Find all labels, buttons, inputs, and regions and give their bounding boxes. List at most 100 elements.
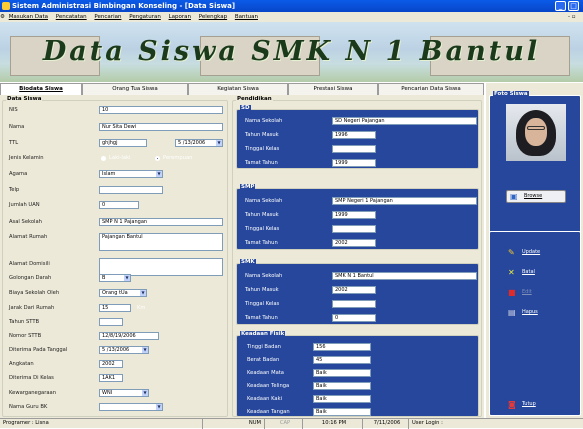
ttl-date-picker[interactable]: 5 /13/2006 xyxy=(175,139,223,147)
nis-label: NIS xyxy=(9,107,18,113)
nis-field[interactable]: 10 xyxy=(99,106,223,114)
browse-label: Browse xyxy=(524,193,543,199)
keadaan-tangan-label: Keadaan Tangan xyxy=(247,409,290,415)
angkatan-field[interactable]: 2002 xyxy=(99,360,123,368)
nama-label: Nama xyxy=(9,124,25,130)
tahun-sttb-label: Tahun STTB xyxy=(9,319,40,325)
smp-kelas-field[interactable] xyxy=(332,225,376,233)
smp-tamat-field[interactable]: 2002 xyxy=(332,239,376,247)
sd-kelas-field[interactable] xyxy=(332,145,376,153)
minimize-button[interactable]: _ xyxy=(555,1,566,11)
hapus-button[interactable]: ▤ Hapus xyxy=(504,306,562,319)
asal-sekolah-label: Asal Sekolah xyxy=(9,219,42,225)
tab-pencarian-data-siswa[interactable]: Pencarian Data Siswa xyxy=(378,83,484,95)
banner-title: Data Siswa SMK N 1 Bantul xyxy=(42,36,541,67)
angkatan-label: Angkatan xyxy=(9,361,34,367)
smp-tamat-label: Tamat Tahun xyxy=(245,240,278,246)
data-siswa-legend: Data Siswa xyxy=(6,96,43,103)
smp-masuk-label: Tahun Masuk xyxy=(245,212,279,218)
agama-select[interactable]: Islam xyxy=(99,170,163,178)
nomor-sttb-label: Nomor STTB xyxy=(9,333,42,339)
tinggi-badan-field[interactable]: 156 xyxy=(313,343,371,351)
ttl-place-field[interactable]: ghjhgj xyxy=(99,139,147,147)
mdi-minimize-button[interactable]: - ▫ xyxy=(568,12,575,22)
right-panel: Foto Siswa ▣ Browse ✎ Update ✕ Batal ■ E… xyxy=(486,83,583,418)
browse-icon: ▣ xyxy=(510,192,518,201)
menu-pencarian[interactable]: Pencarian xyxy=(94,12,121,22)
menu-pengaturan[interactable]: Pengaturan xyxy=(129,12,161,22)
kewarganegaraan-select[interactable]: WNI xyxy=(99,389,149,397)
sd-masuk-label: Tahun Masuk xyxy=(245,132,279,138)
golongan-darah-select[interactable]: B xyxy=(99,274,131,282)
biodata-pane: Data Siswa NIS 10 Nama Nur Sita Dewi TTL… xyxy=(0,95,484,418)
sd-masuk-field[interactable]: 1996 xyxy=(332,131,376,139)
actions-group: ✎ Update ✕ Batal ■ Edit ▤ Hapus ◙ Tutup xyxy=(489,231,581,416)
jumlah-uan-label: Jumlah UAN xyxy=(9,202,40,208)
jumlah-uan-field[interactable]: 0 xyxy=(99,201,139,209)
menu-pelengkap[interactable]: Pelengkap xyxy=(199,12,227,22)
title-bar: Sistem Administrasi Bimbingan Konseling … xyxy=(0,0,583,12)
tab-kegiatan-siswa[interactable]: Kegiatan Siswa xyxy=(188,83,288,95)
nama-field[interactable]: Nur Sita Dewi xyxy=(99,123,223,131)
sd-tamat-label: Tamat Tahun xyxy=(245,160,278,166)
tutup-label: Tutup xyxy=(522,401,536,407)
guru-bk-select[interactable] xyxy=(99,403,163,411)
pencil-icon: ✎ xyxy=(508,248,515,257)
alamat-rumah-field[interactable]: Pajangan Bantul xyxy=(99,233,223,251)
browse-button[interactable]: ▣ Browse xyxy=(506,190,566,203)
biaya-label: Biaya Sekolah Oleh xyxy=(9,290,60,296)
photo-glasses xyxy=(527,126,545,130)
telp-field[interactable] xyxy=(99,186,163,194)
smk-masuk-label: Tahun Masuk xyxy=(245,287,279,293)
menu-pencatatan[interactable]: Pencatatan xyxy=(56,12,87,22)
diterima-tanggal-picker[interactable]: 5 /13/2006 xyxy=(99,346,149,354)
menu-bantuan[interactable]: Bantuan xyxy=(235,12,258,22)
smp-nama-label: Nama Sekolah xyxy=(245,198,283,204)
tab-biodata-siswa[interactable]: Biodata Siswa xyxy=(0,83,82,95)
edit-icon: ■ xyxy=(508,288,516,297)
tab-strip: Biodata Siswa Orang Tua Siswa Kegiatan S… xyxy=(0,83,484,95)
tab-orang-tua-siswa[interactable]: Orang Tua Siswa xyxy=(82,83,188,95)
asal-sekolah-field[interactable]: SMP N 1 Pajangan xyxy=(99,218,223,226)
menu-masukan-data[interactable]: Masukan Data xyxy=(9,12,48,22)
nomor-sttb-field[interactable]: 12/8/19/2006 xyxy=(99,332,159,340)
maximize-button[interactable]: □ xyxy=(568,1,579,11)
smk-nama-field[interactable]: SMK N 1 Bantul xyxy=(332,272,477,280)
berat-badan-field[interactable]: 45 xyxy=(313,356,371,364)
batal-button[interactable]: ✕ Batal xyxy=(504,266,562,279)
biaya-select[interactable]: Orang tUa xyxy=(99,289,147,297)
jarak-field[interactable]: 15 xyxy=(99,304,131,312)
tab-prestasi-siswa[interactable]: Prestasi Siswa xyxy=(288,83,378,95)
alamat-rumah-label: Alamat Rumah xyxy=(9,234,48,240)
smk-tamat-label: Tamat Tahun xyxy=(245,315,278,321)
telp-label: Telp xyxy=(9,187,20,193)
smk-masuk-field[interactable]: 2002 xyxy=(332,286,376,294)
keadaan-mata-field[interactable]: Baik xyxy=(313,369,371,377)
sd-nama-field[interactable]: SD Negeri Pajangan xyxy=(332,117,477,125)
smk-tamat-field[interactable]: 0 xyxy=(332,314,376,322)
edit-button[interactable]: ■ Edit xyxy=(504,286,562,299)
smp-masuk-field[interactable]: 1999 xyxy=(332,211,376,219)
ttl-label: TTL xyxy=(9,140,19,146)
keadaan-telinga-field[interactable]: Baik xyxy=(313,382,371,390)
tutup-button[interactable]: ◙ Tutup xyxy=(504,398,562,411)
perempuan-label: Perempuan xyxy=(163,155,193,161)
golongan-darah-label: Golongan Darah xyxy=(9,275,52,281)
keadaan-tangan-field[interactable]: Baik xyxy=(313,408,371,416)
sd-tamat-field[interactable]: 1999 xyxy=(332,159,376,167)
smk-kelas-field[interactable] xyxy=(332,300,376,308)
update-button[interactable]: ✎ Update xyxy=(504,246,562,259)
keadaan-kaki-field[interactable]: Baik xyxy=(313,395,371,403)
radio-perempuan[interactable] xyxy=(155,156,160,161)
keadaan-telinga-label: Keadaan Telinga xyxy=(247,383,290,389)
hapus-label: Hapus xyxy=(522,309,538,315)
laki-laki-label: Laki-laki xyxy=(109,155,131,161)
mdi-icon: ⚙ xyxy=(0,14,5,20)
menu-laporan[interactable]: Laporan xyxy=(169,12,191,22)
smp-nama-field[interactable]: SMP Negeri 1 Pajangan xyxy=(332,197,477,205)
radio-laki-laki[interactable] xyxy=(101,156,106,161)
tahun-sttb-field[interactable] xyxy=(99,318,123,326)
student-photo xyxy=(506,104,566,161)
diterima-kelas-field[interactable]: 1AK1 xyxy=(99,374,123,382)
window-title: Sistem Administrasi Bimbingan Konseling … xyxy=(12,2,236,10)
